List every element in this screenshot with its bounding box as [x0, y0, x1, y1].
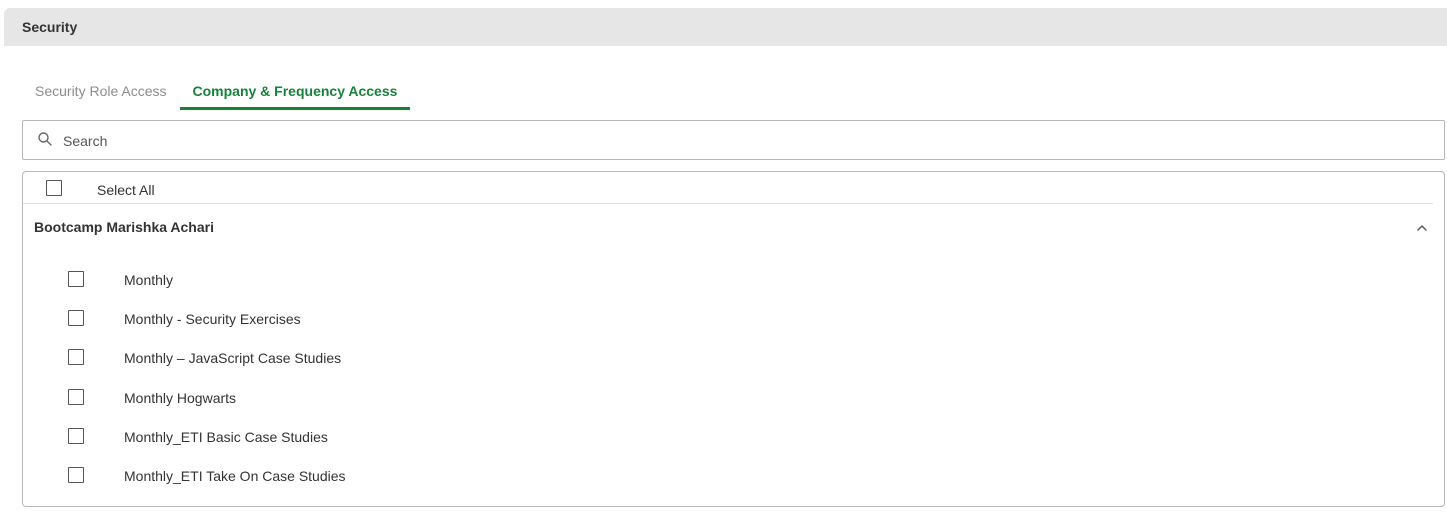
- item-checkbox[interactable]: [68, 389, 84, 405]
- item-checkbox[interactable]: [68, 310, 84, 326]
- item-label: Monthly_ETI Basic Case Studies: [124, 429, 328, 445]
- group-title: Bootcamp Marishka Achari: [34, 219, 214, 235]
- select-all-checkbox[interactable]: [46, 180, 62, 196]
- tab-company-frequency-access[interactable]: Company & Frequency Access: [179, 74, 411, 110]
- list-item[interactable]: Monthly_ETI Take On Case Studies: [23, 455, 1444, 494]
- company-frequency-list[interactable]: Select All Bootcamp Marishka Achari Mont…: [22, 171, 1445, 507]
- list-item[interactable]: Monthly – JavaScript Case Studies: [23, 337, 1444, 376]
- item-label: Monthly Hogwarts: [124, 390, 237, 406]
- item-checkbox[interactable]: [68, 506, 84, 507]
- list-item[interactable]: Monthly Hogwarts: [23, 377, 1444, 416]
- item-checkbox[interactable]: [68, 271, 84, 287]
- tab-bar: Security Role Access Company & Frequency…: [22, 74, 411, 110]
- list-item[interactable]: Monthly: [23, 259, 1444, 298]
- group-header[interactable]: Bootcamp Marishka Achari: [23, 205, 1444, 249]
- item-checkbox[interactable]: [68, 467, 84, 483]
- select-all-label: Select All: [97, 182, 155, 198]
- list-item[interactable]: Monthly_ETI Basic Case Studies: [23, 416, 1444, 455]
- search-box[interactable]: [22, 120, 1445, 160]
- list-item[interactable]: Monthly - Security Exercises: [23, 298, 1444, 337]
- item-label: Monthly - Security Exercises: [124, 311, 301, 327]
- search-input[interactable]: [61, 130, 1365, 150]
- select-all-row[interactable]: Select All: [23, 172, 1433, 204]
- item-label: Monthly: [124, 272, 174, 288]
- item-label: Monthly_ETI Take On Case Studies: [124, 468, 346, 484]
- section-header: Security: [4, 8, 1447, 46]
- item-checkbox[interactable]: [68, 349, 84, 365]
- tab-security-role-access[interactable]: Security Role Access: [22, 74, 180, 109]
- list-item-partial[interactable]: [23, 494, 1444, 507]
- item-checkbox[interactable]: [68, 428, 84, 444]
- search-icon: [37, 131, 53, 147]
- section-title: Security: [22, 19, 78, 35]
- item-label: Monthly – JavaScript Case Studies: [124, 350, 342, 366]
- chevron-up-icon[interactable]: [1415, 221, 1429, 235]
